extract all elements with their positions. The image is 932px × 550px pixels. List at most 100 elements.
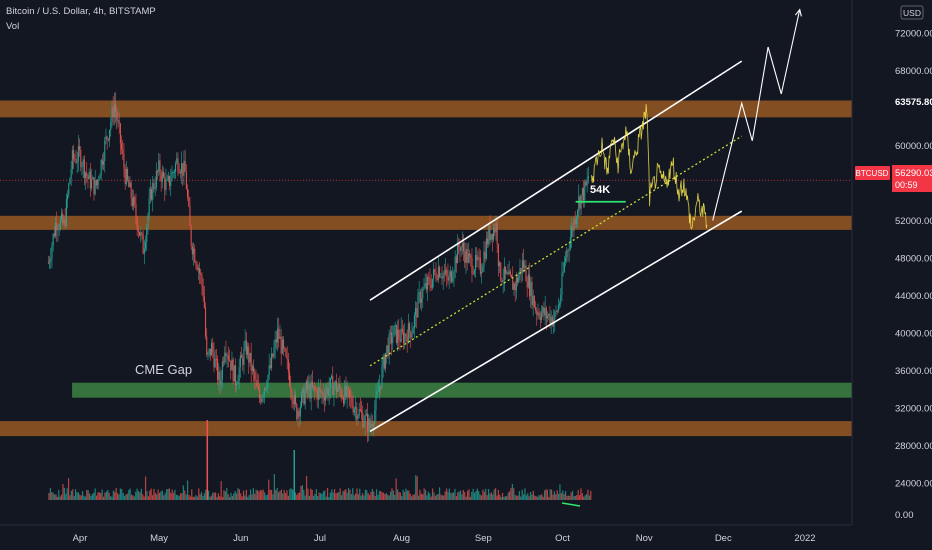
candle-down xyxy=(136,217,138,231)
candle-up xyxy=(317,388,319,400)
candle-up xyxy=(337,388,339,392)
time-tick-label: Sep xyxy=(475,533,492,544)
price-chart[interactable]: CME Gap 54K 72000.00 68000.00 60000.00 5200… xyxy=(0,0,932,550)
volume-indicator-label[interactable]: Vol xyxy=(6,21,19,32)
volume-bar xyxy=(303,489,305,500)
cme-gap-zone[interactable] xyxy=(72,382,885,398)
volume-bar xyxy=(251,494,253,500)
candle-down xyxy=(341,397,343,399)
candle-up xyxy=(377,391,379,393)
symbol-title[interactable]: Bitcoin / U.S. Dollar, 4h, BITSTAMP xyxy=(6,6,156,17)
volume-bar xyxy=(564,491,567,500)
candle-up xyxy=(268,365,270,376)
volume-bar xyxy=(284,493,287,500)
candle-up xyxy=(363,423,365,427)
candle-up xyxy=(249,352,251,363)
candle-down xyxy=(536,310,538,315)
candle-down xyxy=(290,385,292,392)
volume-bar xyxy=(58,489,60,500)
candle-up xyxy=(452,277,454,282)
candle-up xyxy=(473,270,475,274)
candle-down xyxy=(501,279,503,282)
candle-down xyxy=(74,158,76,160)
candle-down xyxy=(340,389,342,398)
currency-label: USD xyxy=(903,8,921,18)
volume-bar xyxy=(186,480,189,500)
volume-bar xyxy=(361,493,364,500)
volume-bar xyxy=(263,492,266,500)
candle-down xyxy=(309,384,311,399)
volume-bar xyxy=(142,494,144,500)
candle-up xyxy=(98,179,100,181)
volume-bar xyxy=(412,494,414,500)
candle-up xyxy=(503,266,505,281)
candle-down xyxy=(296,403,298,420)
candle-down xyxy=(80,150,82,167)
price-axis[interactable]: 72000.00 68000.00 60000.00 52000.00 48000.00… xyxy=(851,0,932,525)
volume-bar xyxy=(126,493,128,500)
volume-bar xyxy=(340,495,343,500)
candle-down xyxy=(466,249,468,263)
volume-bar xyxy=(154,492,156,500)
volume-bar xyxy=(472,488,474,500)
candle-up xyxy=(404,333,406,344)
candle-down xyxy=(130,182,132,199)
candle-up xyxy=(433,269,435,279)
candle-up xyxy=(565,257,567,262)
candle-up xyxy=(117,120,119,122)
volume-bar xyxy=(373,491,375,500)
volume-bar xyxy=(195,495,197,500)
volume-bar xyxy=(179,493,182,500)
volume-bar xyxy=(357,494,359,500)
candle-up xyxy=(557,304,559,312)
volume-bar xyxy=(364,489,366,500)
candle-down xyxy=(585,181,587,186)
level-54k-label: 54K xyxy=(590,184,610,196)
volume-bar xyxy=(346,492,348,500)
candle-up xyxy=(302,388,304,394)
volume-bar xyxy=(144,476,147,500)
candle-down xyxy=(327,387,329,396)
candle-down xyxy=(159,160,161,175)
candle-up xyxy=(105,136,107,141)
volume-bar xyxy=(209,496,211,500)
volume-bar xyxy=(368,494,371,500)
candle-up xyxy=(338,384,340,389)
candle-up xyxy=(422,289,424,299)
candle-down xyxy=(496,223,498,245)
volume-bar xyxy=(459,490,462,500)
volume-bar xyxy=(590,490,592,500)
candle-down xyxy=(525,265,527,282)
candle-up xyxy=(49,261,51,263)
volume-bar xyxy=(527,493,529,500)
candle-down xyxy=(79,146,81,151)
candle-down xyxy=(123,153,125,169)
candle-down xyxy=(307,381,309,390)
volume-bar xyxy=(266,494,268,500)
volume-bar xyxy=(161,490,163,500)
resistance-zone-2 xyxy=(0,421,852,437)
volume-bar xyxy=(448,488,450,500)
volume-bar xyxy=(147,496,149,500)
volume-bar xyxy=(375,489,378,500)
candle-up xyxy=(143,248,145,254)
candle-up xyxy=(495,223,497,233)
volume-bar xyxy=(403,491,406,500)
volume-bar xyxy=(70,490,72,500)
volume-bar xyxy=(511,484,513,500)
volume-bar xyxy=(312,495,315,500)
volume-bar xyxy=(115,488,117,500)
candle-down xyxy=(459,247,461,251)
time-axis[interactable]: Apr May Jun Jul Aug Sep Oct Nov Dec 2022 xyxy=(0,524,932,550)
candle-down xyxy=(135,203,137,218)
volume-bar xyxy=(160,491,162,500)
volume-bar xyxy=(231,495,233,500)
volume-bar xyxy=(440,494,442,500)
candle-down xyxy=(201,275,203,286)
volume-bar xyxy=(391,488,393,500)
volume-bar xyxy=(73,495,75,500)
volume-bar xyxy=(193,496,196,500)
volume-bar xyxy=(298,492,301,500)
candle-up xyxy=(344,385,346,404)
candle-up xyxy=(325,393,327,401)
